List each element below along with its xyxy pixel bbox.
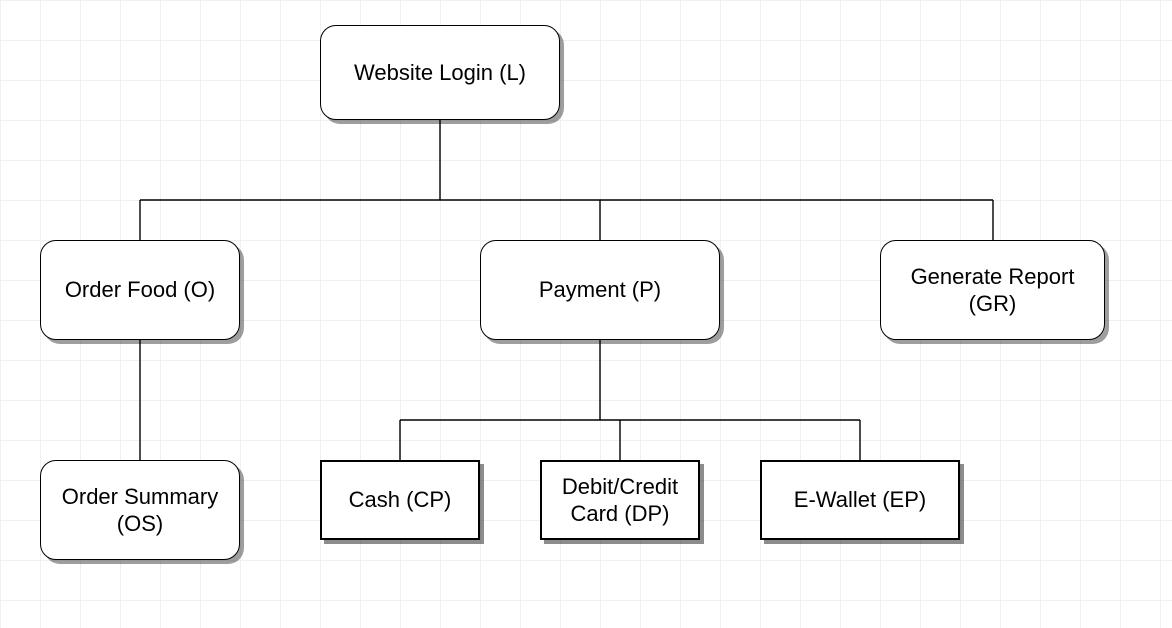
node-website-login: Website Login (L) bbox=[320, 25, 560, 120]
node-order-summary: Order Summary (OS) bbox=[40, 460, 240, 560]
diagram-canvas: Website Login (L) Order Food (O) Payment… bbox=[0, 0, 1172, 628]
node-ewallet: E-Wallet (EP) bbox=[760, 460, 960, 540]
node-order-food: Order Food (O) bbox=[40, 240, 240, 340]
node-payment: Payment (P) bbox=[480, 240, 720, 340]
node-debit-credit-card: Debit/Credit Card (DP) bbox=[540, 460, 700, 540]
node-cash: Cash (CP) bbox=[320, 460, 480, 540]
node-generate-report: Generate Report (GR) bbox=[880, 240, 1105, 340]
